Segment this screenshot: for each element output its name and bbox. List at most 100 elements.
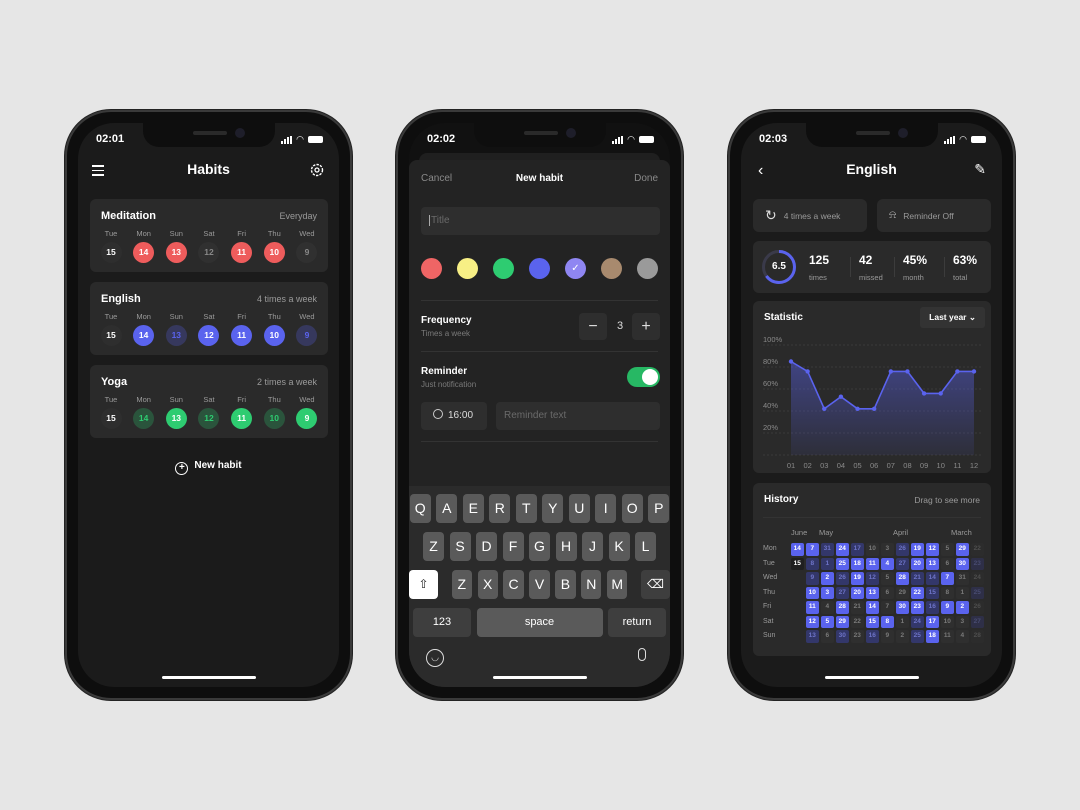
day-item[interactable]: Sat 12: [196, 395, 222, 429]
data-point[interactable]: [822, 406, 827, 411]
day-item[interactable]: Wed 9: [294, 312, 320, 346]
weekday-label: Mon: [136, 395, 151, 404]
key[interactable]: K: [608, 532, 630, 561]
day-item[interactable]: Mon 14: [131, 229, 157, 263]
day-item[interactable]: Sun 13: [163, 395, 189, 429]
range-dropdown[interactable]: Last year ⌄: [920, 307, 985, 328]
done-button[interactable]: Done: [634, 173, 658, 184]
day-item[interactable]: Sun 13: [163, 312, 189, 346]
day-item[interactable]: Sat 12: [196, 312, 222, 346]
frequency-button[interactable]: ↻ 4 times a week: [753, 199, 867, 232]
numbers-key[interactable]: 123: [413, 608, 471, 637]
key[interactable]: Z: [423, 532, 444, 561]
key[interactable]: Q: [409, 494, 431, 523]
return-key[interactable]: return: [608, 608, 666, 637]
history-cell: 26: [971, 601, 984, 614]
key[interactable]: V: [529, 570, 550, 599]
key[interactable]: E: [462, 494, 484, 523]
data-point[interactable]: [888, 369, 894, 374]
key[interactable]: M: [606, 570, 628, 599]
color-swatch[interactable]: [637, 258, 658, 279]
key[interactable]: G: [529, 532, 550, 561]
history-cell: 21: [851, 601, 864, 614]
history-cell: [791, 616, 804, 629]
data-point[interactable]: [921, 391, 927, 396]
color-swatch[interactable]: [529, 258, 550, 279]
data-point[interactable]: [871, 406, 877, 411]
day-item[interactable]: Fri 11: [229, 229, 255, 263]
decrement-button[interactable]: −: [579, 313, 607, 340]
habit-card[interactable]: Meditation Everyday Tue 15 Mon 14 Sun 13 Sat 12 Fr…: [90, 199, 328, 272]
day-item[interactable]: Fri 11: [229, 312, 255, 346]
color-swatch[interactable]: [457, 258, 478, 279]
edit-icon[interactable]: ✎: [974, 161, 986, 178]
weekday-label: Wed: [763, 574, 778, 581]
key[interactable]: B: [555, 570, 576, 599]
data-point[interactable]: [955, 369, 960, 374]
color-swatch[interactable]: [421, 258, 442, 279]
key[interactable]: Z: [451, 570, 473, 599]
day-item[interactable]: Thu 10: [261, 229, 287, 263]
key[interactable]: R: [489, 494, 511, 523]
color-swatch[interactable]: [493, 258, 514, 279]
key[interactable]: P: [648, 494, 670, 523]
history-hint[interactable]: Drag to see more: [914, 495, 980, 505]
key[interactable]: N: [581, 570, 602, 599]
shift-icon[interactable]: ⇧: [409, 570, 439, 599]
month-label: March: [951, 528, 972, 537]
day-item[interactable]: Fri 11: [229, 395, 255, 429]
key[interactable]: Y: [542, 494, 564, 523]
day-item[interactable]: Tue 15: [98, 312, 124, 346]
title-input[interactable]: Title: [421, 207, 660, 235]
key[interactable]: D: [476, 532, 497, 561]
day-item[interactable]: Sun 13: [163, 229, 189, 263]
microphone-icon[interactable]: [638, 648, 646, 661]
data-point[interactable]: [855, 406, 860, 411]
data-point[interactable]: [971, 369, 977, 374]
emoji-icon[interactable]: ◡: [426, 649, 444, 667]
habit-card[interactable]: Yoga 2 times a week Tue 15 Mon 14 Sun 13 Sat 12 Fr…: [90, 365, 328, 438]
day-item[interactable]: Wed 9: [294, 229, 320, 263]
history-cell: 22: [971, 543, 984, 556]
key[interactable]: S: [449, 532, 471, 561]
data-point[interactable]: [805, 369, 810, 374]
data-point[interactable]: [788, 359, 794, 364]
key[interactable]: F: [502, 532, 524, 561]
key[interactable]: X: [477, 570, 498, 599]
key[interactable]: L: [635, 532, 656, 561]
history-grid[interactable]: 14 7 31 24 17 10 3 26 19 12 5 29 22 15 8 1 25 18 11 4 27 20 13…: [791, 543, 985, 645]
backspace-icon[interactable]: ⌫: [640, 570, 670, 599]
day-item[interactable]: Wed 9: [294, 395, 320, 429]
day-item[interactable]: Sat 12: [196, 229, 222, 263]
data-point[interactable]: [938, 391, 943, 396]
day-item[interactable]: Mon 14: [131, 312, 157, 346]
key[interactable]: A: [436, 494, 458, 523]
data-point[interactable]: [905, 369, 910, 374]
repeat-icon: ↻: [765, 207, 777, 223]
reminder-button[interactable]: ⍾ Reminder Off: [877, 199, 991, 232]
key[interactable]: H: [555, 532, 577, 561]
reminder-text-input[interactable]: Reminder text: [496, 402, 660, 430]
day-item[interactable]: Mon 14: [131, 395, 157, 429]
day-item[interactable]: Thu 10: [261, 312, 287, 346]
increment-button[interactable]: +: [632, 313, 660, 340]
space-key[interactable]: space: [476, 608, 603, 637]
key[interactable]: O: [621, 494, 643, 523]
key[interactable]: C: [503, 570, 524, 599]
habit-name: Yoga: [101, 376, 128, 388]
data-point[interactable]: [838, 394, 844, 399]
reminder-time-button[interactable]: 16:00: [421, 402, 487, 430]
key[interactable]: I: [595, 494, 617, 523]
key[interactable]: J: [582, 532, 603, 561]
day-item[interactable]: Tue 15: [98, 395, 124, 429]
reminder-toggle[interactable]: [627, 367, 660, 387]
color-swatch[interactable]: ✓: [565, 258, 586, 279]
color-swatch[interactable]: [601, 258, 622, 279]
day-item[interactable]: Tue 15: [98, 229, 124, 263]
key[interactable]: T: [515, 494, 537, 523]
new-habit-button[interactable]: + New habit: [78, 460, 339, 475]
day-item[interactable]: Thu 10: [261, 395, 287, 429]
habit-card[interactable]: English 4 times a week Tue 15 Mon 14 Sun 13 Sat 1…: [90, 282, 328, 355]
gear-icon[interactable]: [309, 162, 325, 178]
key[interactable]: U: [568, 494, 590, 523]
